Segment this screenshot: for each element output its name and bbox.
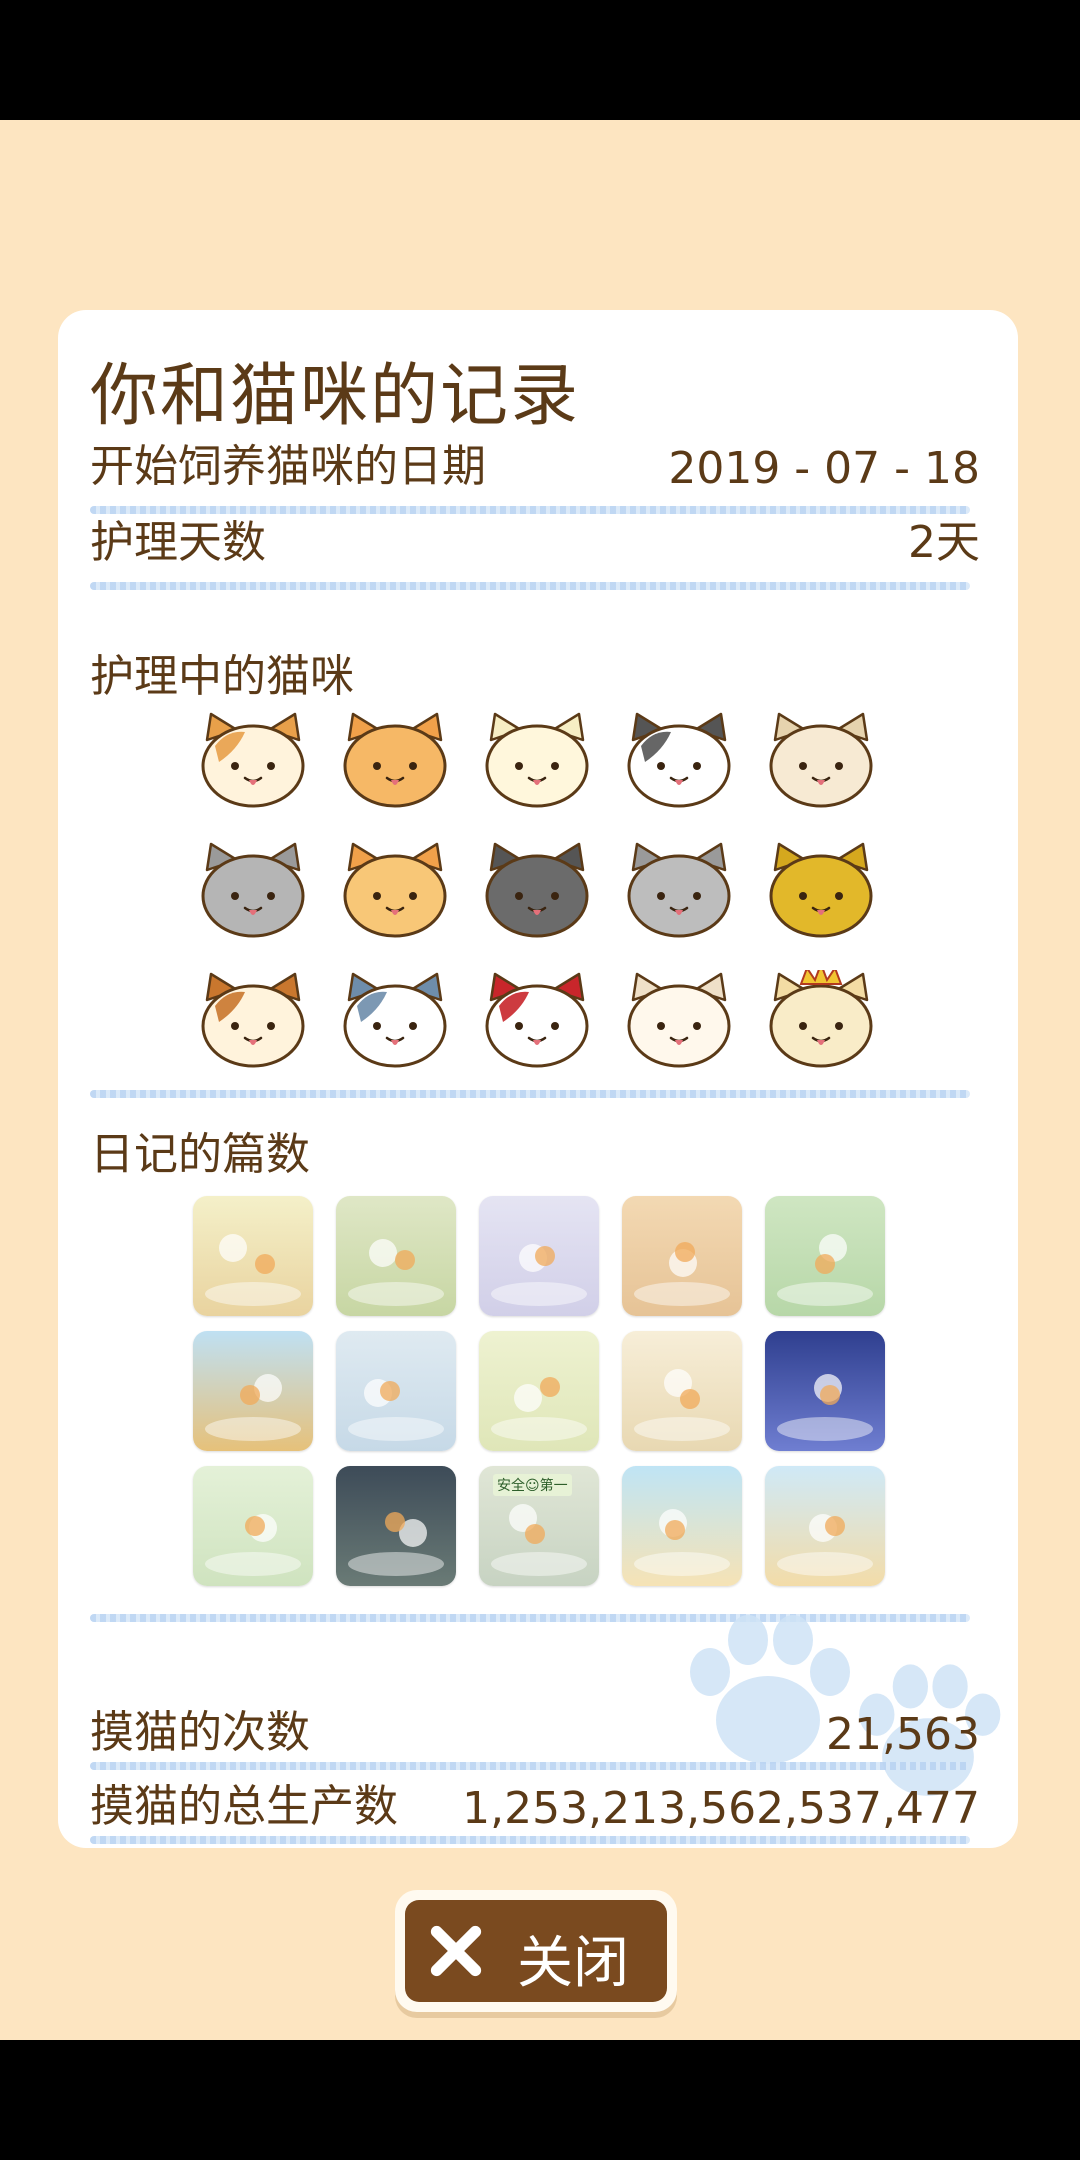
start-date-row: 开始饲养猫咪的日期 2019 - 07 - 18 [90, 441, 980, 502]
diary-thumbnail-two-cats-garden[interactable] [336, 1196, 456, 1316]
diary-thumbnail-beach-umbrella[interactable] [622, 1466, 742, 1586]
diary-illustration [634, 1369, 730, 1441]
diary-thumbnail-castle[interactable] [765, 1466, 885, 1586]
cat-face-icon-red-hood[interactable] [477, 970, 597, 1070]
cat-face-icon-golden-fluffy[interactable] [761, 840, 881, 940]
diary-illustration [348, 1512, 444, 1576]
diary-illustration [205, 1374, 301, 1441]
diary-illustration [348, 1379, 444, 1441]
cat-face-icon-black[interactable] [477, 840, 597, 940]
cat-face-icon-orange-small[interactable] [335, 840, 455, 940]
diary-illustration [491, 1244, 587, 1306]
diary-thumbnail-forest-night[interactable] [336, 1466, 456, 1586]
cat-face-icon-white[interactable] [619, 970, 739, 1070]
diary-illustration [491, 1377, 587, 1441]
start-date-label: 开始饲养猫咪的日期 [90, 441, 486, 492]
diary-sign-text: 安全☺第一 [493, 1474, 572, 1496]
diary-section-title: 日记的篇数 [90, 1129, 310, 1180]
divider [90, 1836, 970, 1844]
cat-face-icon-gray-old[interactable] [193, 840, 313, 940]
diary-thumbnail-bubble-cats[interactable] [193, 1466, 313, 1586]
page-title: 你和猫咪的记录 [90, 357, 581, 436]
diary-thumbnail-pond[interactable] [765, 1196, 885, 1316]
cat-face-icon-calico-small[interactable] [193, 970, 313, 1070]
diary-thumbnail-safety-first[interactable]: 安全☺第一 [479, 1466, 599, 1586]
close-button-face[interactable]: 关闭 [405, 1900, 667, 2002]
diary-thumbnail-tower-antenna[interactable] [479, 1331, 599, 1451]
diary-thumbnail-pyramid[interactable] [622, 1331, 742, 1451]
diary-thumbnail-cat-tower[interactable] [622, 1196, 742, 1316]
diary-illustration [777, 1514, 873, 1576]
divider [90, 582, 970, 590]
care-days-value: 2天 [908, 517, 980, 568]
status-bar [0, 0, 1080, 120]
cat-face-icon-king-crown[interactable] [761, 970, 881, 1070]
diary-illustration [205, 1234, 301, 1306]
diary-thumbnail-paw-hand[interactable] [193, 1196, 313, 1316]
divider [90, 1762, 970, 1770]
cat-face-icon-blue-white[interactable] [335, 970, 455, 1070]
close-button[interactable]: 关闭 [395, 1890, 677, 2012]
cat-face-icon-calico[interactable] [193, 710, 313, 810]
pet-production-value: 1,253,213,562,537,477 [462, 1783, 980, 1834]
diary-illustration [348, 1239, 444, 1306]
diary-illustration [777, 1234, 873, 1306]
diary-thumbnail-house[interactable] [193, 1331, 313, 1451]
start-date-value: 2019 - 07 - 18 [668, 443, 980, 494]
cat-face-icon-orange-tabby[interactable] [335, 710, 455, 810]
pet-production-row: 摸猫的总生产数 1,253,213,562,537,477 [90, 1781, 980, 1842]
close-button-label: 关闭 [517, 1931, 629, 1996]
diary-illustration [634, 1242, 730, 1306]
cat-face-icon-gray-tabby[interactable] [619, 840, 739, 940]
navigation-bar [0, 2040, 1080, 2160]
close-x-icon [430, 1925, 482, 1977]
record-card: 你和猫咪的记录 开始饲养猫咪的日期 2019 - 07 - 18 护理天数 2天… [58, 310, 1018, 1848]
care-days-row: 护理天数 2天 [90, 517, 980, 578]
pet-count-label: 摸猫的次数 [90, 1707, 310, 1758]
diary-illustration [634, 1509, 730, 1576]
diary-thumbnail-bed[interactable] [479, 1196, 599, 1316]
cat-face-icon-fluffy-beige[interactable] [761, 710, 881, 810]
pet-production-label: 摸猫的总生产数 [90, 1781, 398, 1832]
cat-face-icon-cream[interactable] [477, 710, 597, 810]
cats-section-title: 护理中的猫咪 [90, 651, 354, 702]
cats-grid [193, 710, 893, 1080]
cat-face-icon-black-white[interactable] [619, 710, 739, 810]
pet-count-value: 21,563 [826, 1709, 980, 1760]
care-days-label: 护理天数 [90, 517, 266, 568]
diary-thumbnail-rocket-space[interactable] [765, 1331, 885, 1451]
diary-illustration [205, 1514, 301, 1576]
divider [90, 1090, 970, 1098]
diary-thumbnail-city-towers[interactable] [336, 1331, 456, 1451]
pet-count-row: 摸猫的次数 21,563 [90, 1707, 980, 1768]
diary-illustration [777, 1374, 873, 1441]
diary-grid: 安全☺第一 [193, 1196, 913, 1606]
